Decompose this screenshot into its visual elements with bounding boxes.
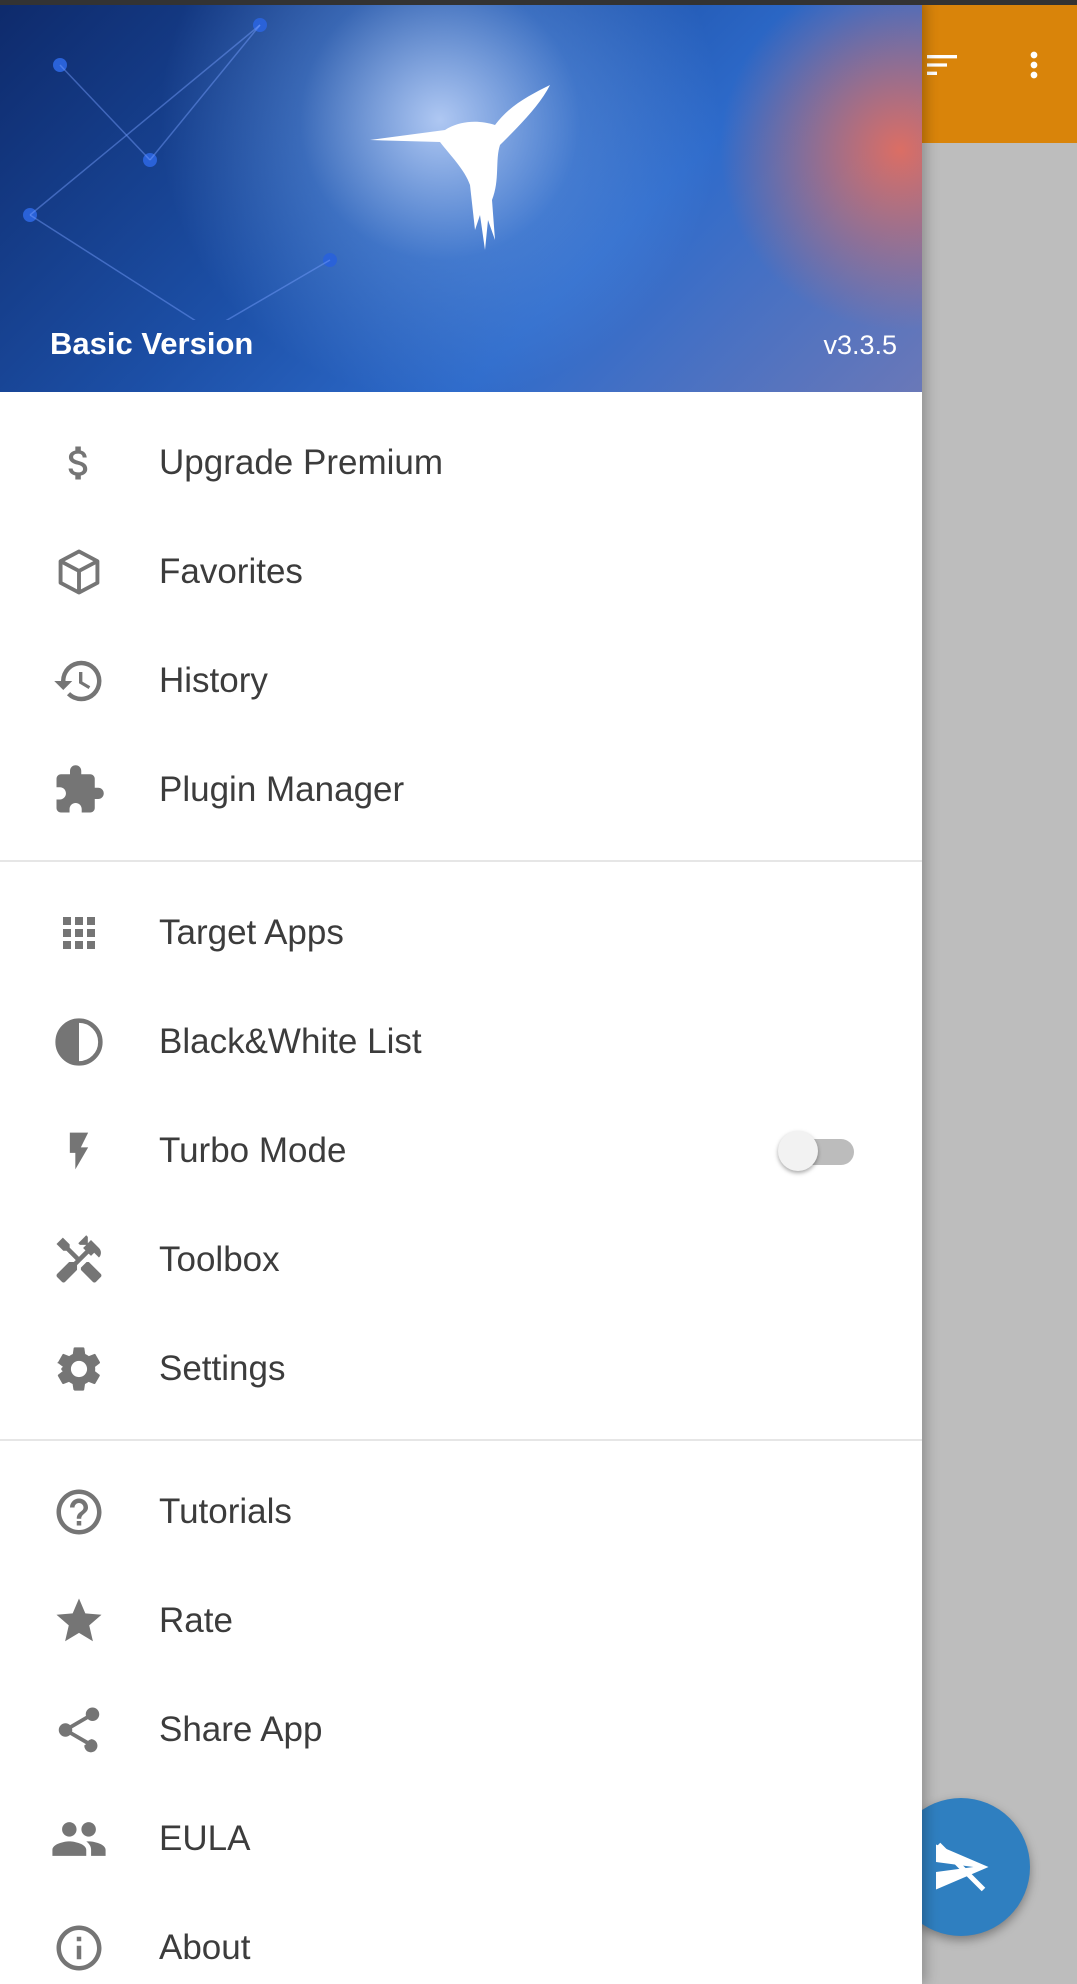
menu-label: Toolbox [159,1239,280,1279]
edition-title: Basic Version [50,326,254,361]
menu-label: Plugin Manager [159,769,405,809]
history-icon [50,652,108,710]
puzzle-icon [50,761,108,819]
apps-grid-icon [50,904,108,962]
menu-item-rate[interactable]: Rate [0,1566,922,1675]
share-icon [50,1701,108,1759]
menu-label: About [159,1927,251,1967]
contrast-icon [50,1013,108,1071]
cube-icon [50,543,108,601]
network-link [29,24,261,216]
menu-item-favorites[interactable]: Favorites [0,517,922,626]
menu-item-black-white-list[interactable]: Black&White List [0,987,922,1096]
menu-item-share-app[interactable]: Share App [0,1675,922,1784]
menu-label: Favorites [159,551,303,591]
help-icon [50,1483,108,1541]
people-icon [50,1810,108,1868]
menu-item-toolbox[interactable]: Toolbox [0,1205,922,1314]
more-vert-icon[interactable] [1014,45,1054,90]
menu-item-history[interactable]: History [0,626,922,735]
flash-icon [50,1122,108,1180]
dollar-icon [50,434,108,492]
menu-label: Black&White List [159,1021,422,1061]
network-pattern [23,18,337,320]
menu-item-turbo-mode[interactable]: Turbo Mode [0,1096,922,1205]
menu-item-upgrade-premium[interactable]: Upgrade Premium [0,408,922,517]
tools-icon [50,1231,108,1289]
gear-icon [50,1340,108,1398]
menu-label: Tutorials [159,1491,292,1531]
menu-label: Target Apps [159,912,344,952]
menu-item-settings[interactable]: Settings [0,1314,922,1423]
version-label: v3.3.5 [823,330,897,360]
hummingbird-logo-icon [370,85,550,250]
menu-label: Upgrade Premium [159,442,443,482]
menu-label: Share App [159,1709,323,1749]
menu-label: Rate [159,1600,233,1640]
menu-label: Turbo Mode [159,1130,347,1170]
star-icon [50,1592,108,1650]
toggle-thumb [778,1130,818,1171]
network-link [149,24,261,161]
info-icon [50,1919,108,1977]
network-link [59,64,151,161]
menu-item-tutorials[interactable]: Tutorials [0,1457,922,1566]
turbo-mode-toggle[interactable] [778,1130,858,1171]
menu-item-target-apps[interactable]: Target Apps [0,878,922,987]
menu-item-plugin-manager[interactable]: Plugin Manager [0,735,922,844]
menu-item-about[interactable]: About [0,1893,922,1984]
network-link [29,214,196,320]
network-link [225,259,331,320]
menu-item-eula[interactable]: EULA [0,1784,922,1893]
drawer-header: Basic Version v3.3.5 [0,0,922,392]
app-toolbar [922,5,1077,143]
menu-label: Settings [159,1348,286,1388]
status-bar-edge [0,0,1077,5]
menu-label: History [159,660,268,700]
menu-label: EULA [159,1818,251,1858]
navigation-drawer: Basic Version v3.3.5 Upgrade Premium Fav… [0,0,922,1984]
send-off-icon [936,1842,989,1892]
sort-icon[interactable] [922,45,962,90]
drawer-menu: Upgrade Premium Favorites History Plugin… [0,392,922,1984]
